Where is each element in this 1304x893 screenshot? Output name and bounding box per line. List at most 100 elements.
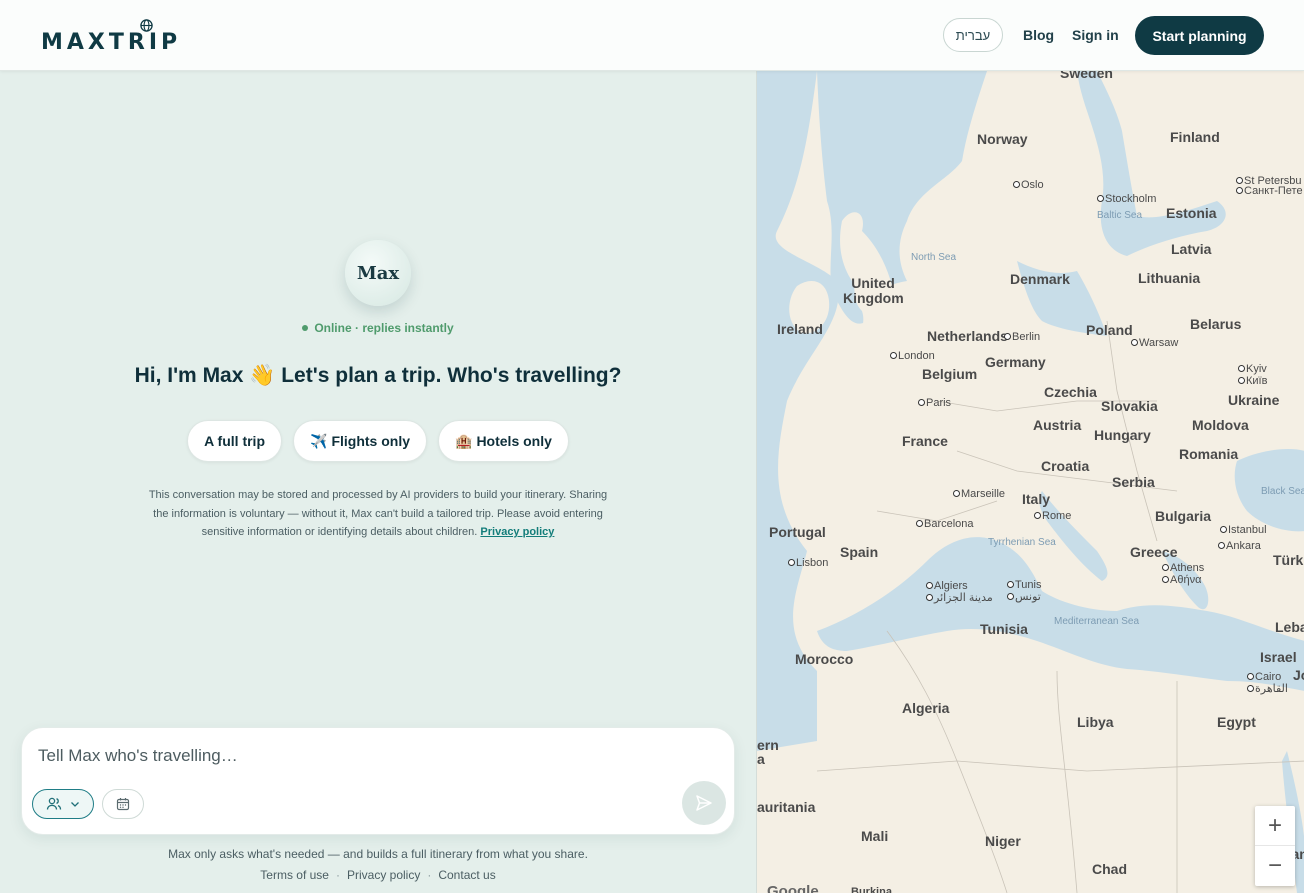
map-city: Warsaw bbox=[1130, 337, 1179, 349]
map-label: Lithuania bbox=[1138, 270, 1201, 286]
map-label: Algeria bbox=[902, 700, 950, 716]
message-input[interactable]: Tell Max who's travelling… bbox=[38, 746, 238, 766]
send-button[interactable] bbox=[682, 781, 726, 825]
map-city-alt: Αθήνα bbox=[1161, 574, 1202, 586]
map-label: Italy bbox=[1022, 491, 1051, 507]
map-label: Denmark bbox=[1010, 271, 1070, 287]
map-city: Tunis bbox=[1007, 579, 1042, 591]
separator-dot: · bbox=[335, 868, 340, 882]
map-label: Chad bbox=[1092, 861, 1127, 877]
map-label: Israel bbox=[1260, 649, 1297, 665]
map-city: Stockholm bbox=[1096, 193, 1157, 205]
contact-link[interactable]: Contact us bbox=[438, 868, 495, 882]
map-label: Netherlands bbox=[927, 328, 1008, 344]
chip-hotels-only[interactable]: 🏨 Hotels only bbox=[438, 420, 569, 462]
terms-link[interactable]: Terms of use bbox=[260, 868, 329, 882]
map-label: Hungary bbox=[1094, 427, 1151, 443]
map-city: Barcelona bbox=[916, 518, 974, 530]
map-label: France bbox=[902, 433, 948, 449]
zoom-in-button[interactable]: + bbox=[1255, 806, 1295, 846]
dates-selector[interactable] bbox=[102, 789, 144, 819]
chat-panel: Max Online · replies instantly Hi, I'm M… bbox=[0, 71, 756, 893]
map-label: Romania bbox=[1179, 446, 1239, 462]
map-panel[interactable]: Sweden Norway Finland Estonia Latvia Lit… bbox=[756, 71, 1304, 893]
map-city: Marseille bbox=[952, 488, 1006, 500]
map-city: Istanbul bbox=[1220, 524, 1267, 536]
message-composer: Tell Max who's travelling… bbox=[21, 727, 735, 835]
language-toggle[interactable]: עברית bbox=[943, 18, 1003, 52]
map-city-alt: Санкт-Пете bbox=[1236, 185, 1303, 197]
map-label: Morocco bbox=[795, 651, 854, 667]
chip-label: A full trip bbox=[204, 433, 265, 449]
google-attribution: Google bbox=[767, 883, 819, 893]
airplane-icon: ✈️ bbox=[310, 432, 328, 449]
map-sea: Baltic Sea bbox=[1097, 210, 1143, 221]
map-label: Portugal bbox=[769, 524, 826, 540]
privacy-disclaimer: This conversation may be stored and proc… bbox=[140, 486, 616, 542]
map-sea: Black Sea bbox=[1261, 486, 1304, 497]
map-city: Algiers bbox=[926, 580, 968, 592]
chip-flights-only[interactable]: ✈️ Flights only bbox=[293, 420, 427, 462]
map-label: Libya bbox=[1077, 714, 1114, 730]
map-label: Norway bbox=[977, 131, 1028, 147]
map-city: Lisbon bbox=[787, 557, 829, 569]
map-label: Türk bbox=[1273, 552, 1304, 568]
chip-label: Flights only bbox=[331, 433, 410, 449]
map-label: Leba bbox=[1275, 619, 1304, 635]
chip-full-trip[interactable]: A full trip bbox=[187, 420, 282, 462]
map-label: United Kingdom bbox=[843, 275, 904, 306]
map-city-alt: تونس bbox=[1007, 591, 1041, 603]
avatar: Max bbox=[345, 240, 411, 306]
map-label: Sweden bbox=[1060, 71, 1113, 81]
privacy-footer-link[interactable]: Privacy policy bbox=[347, 868, 420, 882]
map-city-alt: القاهرة bbox=[1247, 683, 1288, 695]
map-label: Poland bbox=[1086, 322, 1133, 338]
map-label: Germany bbox=[985, 354, 1046, 370]
map-label: Egypt bbox=[1217, 714, 1256, 730]
nav-sign-in[interactable]: Sign in bbox=[1072, 27, 1119, 43]
map-city: Berlin bbox=[1003, 331, 1041, 343]
logo[interactable]: MAXTRIP bbox=[41, 30, 181, 55]
map-city: Rome bbox=[1033, 510, 1072, 522]
map-label: Tunisia bbox=[980, 621, 1028, 637]
map-sea: Tyrrhenian Sea bbox=[988, 537, 1056, 548]
map-label: auritania bbox=[757, 799, 816, 815]
map-sea: Mediterranean Sea bbox=[1054, 616, 1140, 627]
map-city-alt: مدينة الجزائر bbox=[926, 592, 993, 604]
footer-note: Max only asks what's needed — and builds… bbox=[168, 847, 588, 861]
travellers-selector[interactable] bbox=[32, 789, 94, 819]
map-city: Cairo bbox=[1246, 671, 1282, 683]
map-label: Spain bbox=[840, 544, 879, 560]
separator-dot: · bbox=[427, 868, 432, 882]
map-sea: North Sea bbox=[911, 252, 957, 263]
map-label: Ukraine bbox=[1228, 392, 1280, 408]
map-background bbox=[757, 71, 1304, 893]
map-city: Athens bbox=[1161, 562, 1205, 574]
start-planning-button[interactable]: Start planning bbox=[1135, 16, 1264, 55]
map-label: Jo bbox=[1293, 667, 1304, 683]
nav-blog[interactable]: Blog bbox=[1023, 27, 1054, 43]
map-label: Niger bbox=[985, 833, 1021, 849]
hotel-icon: 🏨 bbox=[455, 432, 473, 449]
map-label: Estonia bbox=[1166, 205, 1217, 221]
map-label: ern bbox=[757, 737, 779, 753]
map-city: Oslo bbox=[1013, 179, 1044, 191]
map-label: Czechia bbox=[1044, 384, 1097, 400]
send-icon bbox=[696, 795, 712, 811]
map-label: Burkina bbox=[851, 886, 892, 893]
map-label: a bbox=[757, 751, 765, 767]
map-city: Kyiv bbox=[1238, 363, 1267, 375]
map-label: Bulgaria bbox=[1155, 508, 1212, 524]
map-label: Slovakia bbox=[1101, 398, 1158, 414]
map-label: Moldova bbox=[1192, 417, 1249, 433]
map-city-alt: Ankara bbox=[1218, 540, 1261, 552]
people-icon bbox=[46, 797, 62, 810]
calendar-icon bbox=[116, 798, 130, 811]
privacy-policy-link[interactable]: Privacy policy bbox=[480, 526, 554, 538]
greeting-heading: Hi, I'm Max 👋 Let's plan a trip. Who's t… bbox=[134, 364, 622, 387]
map-label: Serbia bbox=[1112, 474, 1155, 490]
map-label: Ireland bbox=[777, 321, 823, 337]
globe-icon bbox=[140, 19, 153, 32]
zoom-out-button[interactable]: − bbox=[1255, 846, 1295, 886]
chip-label: Hotels only bbox=[476, 433, 552, 449]
